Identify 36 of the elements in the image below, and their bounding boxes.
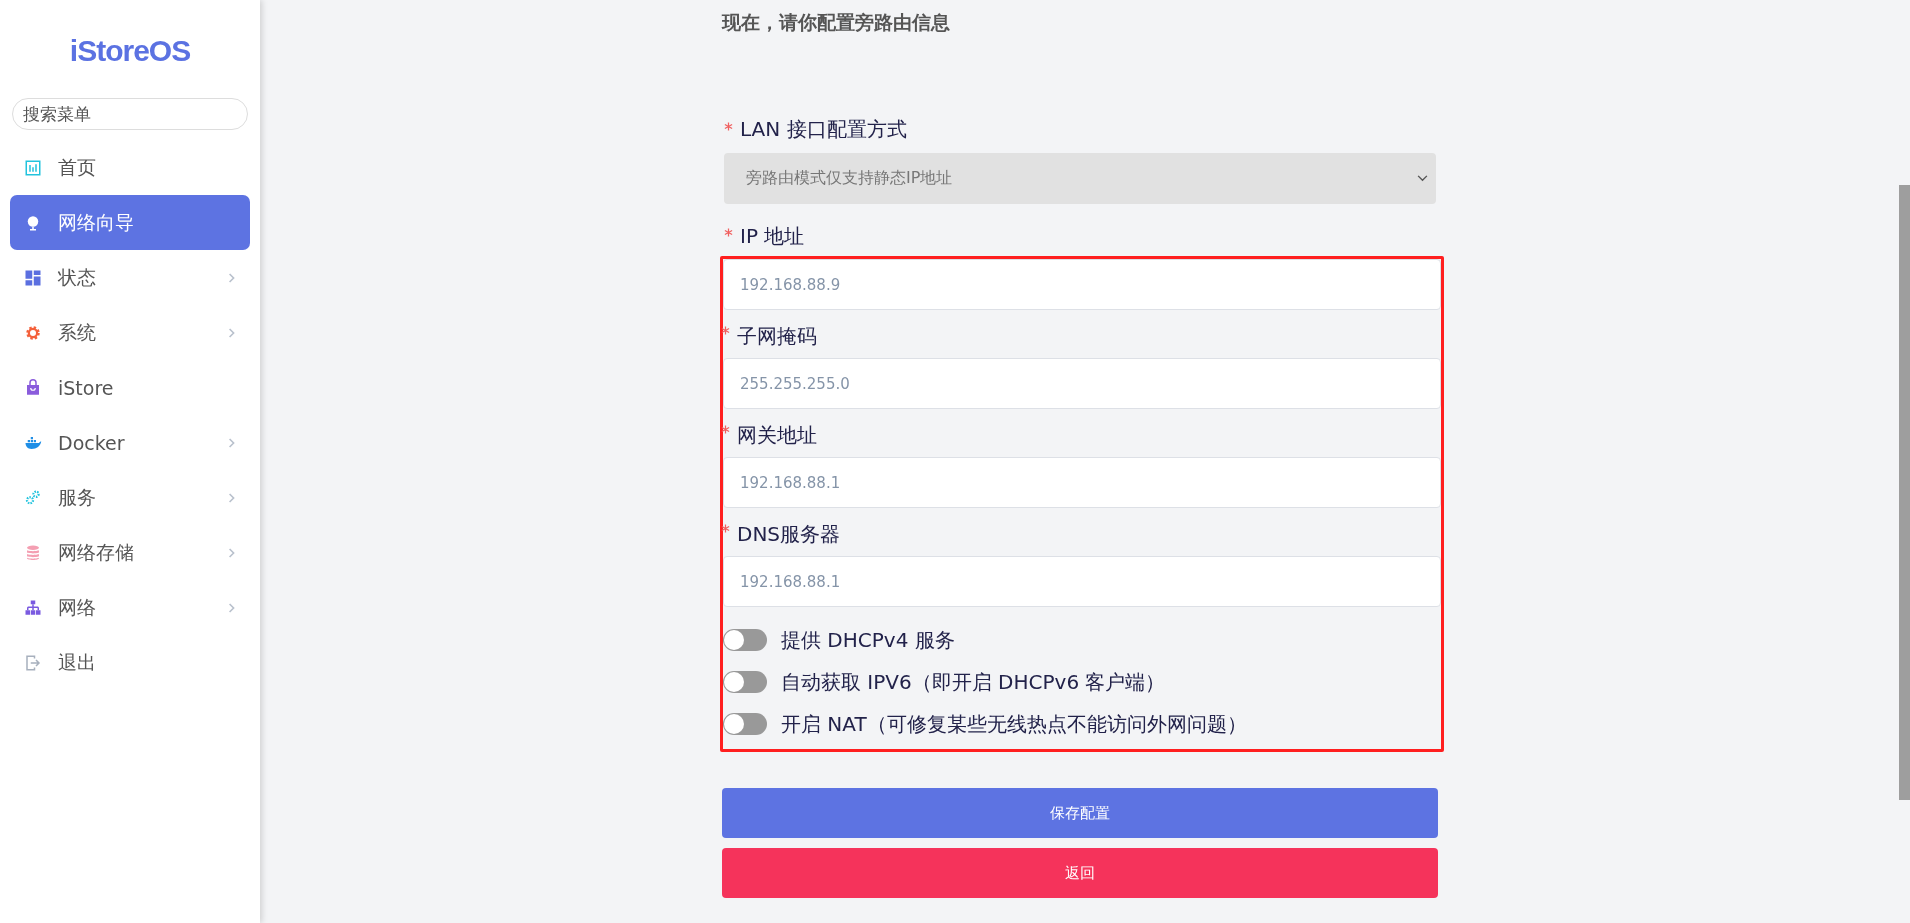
dashboard-icon (24, 268, 42, 287)
field-label: 子网掩码 (737, 322, 817, 350)
menu-item[interactable]: 网络存储 (10, 525, 250, 580)
database-icon (24, 543, 42, 562)
field-label: DNS服务器 (737, 520, 841, 548)
page-heading: 现在，请你配置旁路由信息 (722, 10, 951, 35)
toggle-switch[interactable] (723, 629, 767, 651)
back-button[interactable]: 返回 (722, 848, 1438, 898)
menu-item[interactable]: 系统 (10, 305, 250, 360)
shopping-bag-icon (24, 378, 42, 397)
menu-item[interactable]: iStore (10, 360, 250, 415)
caret-down-icon (1417, 175, 1428, 182)
field-label: 网关地址 (737, 421, 817, 449)
menu-item[interactable]: 首页 (10, 140, 250, 195)
gears-icon (24, 488, 42, 507)
menu-item[interactable]: 服务 (10, 470, 250, 525)
scrollbar-thumb[interactable] (1899, 185, 1910, 800)
field-label: IP 地址 (740, 222, 805, 250)
toggle-switch[interactable] (723, 671, 767, 693)
network-tree-icon (24, 598, 42, 617)
chart-icon (24, 158, 42, 177)
menu-item[interactable]: 退出 (10, 635, 250, 690)
menu-item[interactable]: 状态 (10, 250, 250, 305)
switch-label: 提供 DHCPv4 服务 (781, 626, 955, 654)
field-label: LAN 接口配置方式 (740, 115, 907, 143)
menu-item[interactable]: 网络向导 (10, 195, 250, 250)
search-field[interactable]: 搜索菜单 (12, 98, 248, 130)
save-button[interactable]: 保存配置 (722, 788, 1438, 838)
logo: iStoreOS (69, 34, 191, 68)
menu-item[interactable]: Docker (10, 415, 250, 470)
switch-label: 自动获取 IPV6（即开启 DHCPv6 客户端） (781, 668, 1166, 696)
toggle-switch[interactable] (723, 713, 767, 735)
switch-label: 开启 NAT（可修复某些无线热点不能访问外网问题） (781, 710, 1247, 738)
menu-item[interactable]: 网络 (10, 580, 250, 635)
gear-icon (24, 323, 42, 342)
exit-icon (24, 653, 42, 672)
